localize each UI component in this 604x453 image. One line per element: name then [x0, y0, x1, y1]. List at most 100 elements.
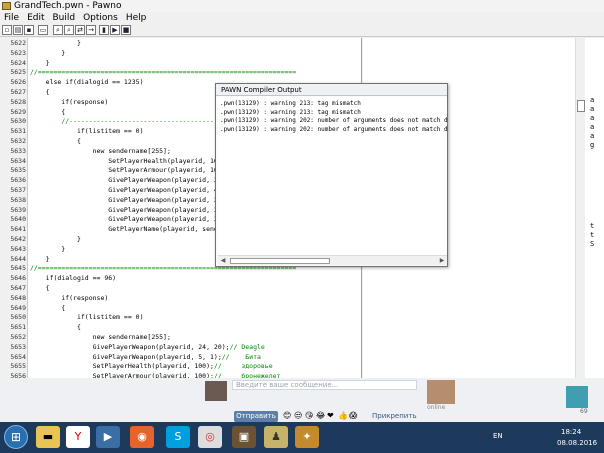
code-line[interactable]: GivePlayerWeapon(playerid, 24 [30, 176, 222, 186]
open-file-icon[interactable]: ▤ [13, 25, 23, 35]
line-number: 5651 [10, 323, 26, 332]
code-line[interactable]: } [30, 39, 81, 49]
code-line[interactable]: { [30, 137, 81, 147]
menu-help[interactable]: Help [122, 12, 151, 24]
emoji-icon[interactable]: ❤ [327, 411, 336, 420]
compiler-horizontal-scrollbar[interactable]: ◀ ▶ [218, 255, 447, 265]
code-line[interactable]: GivePlayerWeapon(playerid, 29 [30, 215, 222, 225]
right-edge-char: t [590, 222, 595, 230]
compiler-message[interactable]: .pwn(13129) : warning 202: number of arg… [220, 126, 447, 135]
code-line[interactable]: if(response) [30, 294, 108, 304]
compile-icon[interactable]: ▮ [99, 25, 109, 35]
code-line[interactable]: GivePlayerWeapon(playerid, 5, 1);// Бита [30, 353, 261, 363]
right-edge-char: S [590, 240, 595, 248]
menu-edit[interactable]: Edit [23, 12, 48, 24]
likes-count: 69 [580, 408, 588, 415]
attach-link[interactable]: Прикрепить [372, 412, 417, 420]
goto-icon[interactable]: → [86, 25, 96, 35]
pawn-icon[interactable]: ♟ [264, 426, 288, 448]
compiler-message[interactable]: .pwn(13129) : warning 202: number of arg… [220, 117, 447, 126]
run-icon[interactable]: ▶ [110, 25, 120, 35]
code-line[interactable]: if(response) [30, 98, 108, 108]
line-number: 5628 [10, 97, 26, 106]
code-line[interactable]: { [30, 108, 65, 118]
line-number: 5647 [10, 284, 26, 292]
new-file-icon[interactable]: ▫ [2, 25, 12, 35]
right-edge-char: g [590, 141, 595, 149]
scrollbar-thumb[interactable] [577, 100, 585, 112]
code-line[interactable]: GivePlayerWeapon(playerid, 25 [30, 196, 222, 206]
code-line[interactable]: { [30, 88, 50, 98]
code-line[interactable]: } [30, 235, 81, 245]
game-icon[interactable]: ▣ [232, 426, 256, 448]
code-line[interactable]: } [30, 255, 50, 265]
code-line[interactable]: GivePlayerWeapon(playerid, 30 [30, 206, 222, 216]
message-input[interactable]: Введите ваше сообщение... [232, 380, 417, 390]
compiler-message[interactable]: .pwn(13129) : warning 213: tag mismatch [220, 100, 361, 109]
code-line[interactable]: SetPlayerHealth(playerid, 100);// здоров… [30, 362, 273, 372]
emoji-icon[interactable]: 😘 [305, 411, 314, 420]
code-line[interactable]: new sendername[255]; [30, 147, 171, 157]
save-icon[interactable]: ▪ [24, 25, 34, 35]
emoji-icon[interactable]: 😊 [283, 411, 292, 420]
line-number: 5626 [10, 78, 26, 87]
compiler-scrollbar-thumb[interactable] [230, 258, 330, 264]
find-next-icon[interactable]: ⌕ [64, 25, 74, 35]
clock-date[interactable]: 08.08.2016 [557, 439, 597, 447]
send-button[interactable]: Отправить [234, 411, 278, 422]
vertical-scrollbar[interactable] [575, 38, 585, 378]
code-line[interactable]: new sendername[255]; [30, 333, 171, 343]
language-indicator[interactable]: EN [493, 432, 503, 440]
right-edge-char: a [590, 132, 595, 140]
line-number: 5624 [10, 58, 26, 67]
code-line[interactable]: GivePlayerWeapon(playerid, 4, [30, 186, 222, 196]
print-icon[interactable]: ▭ [38, 25, 48, 35]
menu-file[interactable]: File [0, 12, 23, 24]
code-line[interactable]: GetPlayerName(playerid, sende [30, 225, 222, 235]
emoji-icon[interactable]: 😱 [349, 411, 358, 420]
replace-icon[interactable]: ⇄ [75, 25, 85, 35]
code-line[interactable]: { [30, 323, 81, 333]
code-line[interactable]: SetPlayerHealth(playerid, 100 [30, 157, 222, 167]
compiler-message[interactable]: .pwn(13129) : warning 213: tag mismatch [220, 109, 361, 118]
firefox-icon[interactable]: ◉ [130, 426, 154, 448]
code-line[interactable]: if(listitem == 0) [30, 313, 144, 323]
scroll-right-icon[interactable]: ▶ [438, 257, 446, 265]
game-2-icon[interactable]: ✦ [295, 426, 319, 448]
scroll-left-icon[interactable]: ◀ [219, 257, 227, 265]
emoji-icon[interactable]: 😒 [294, 411, 303, 420]
menubar: File Edit Build Options Help [0, 12, 604, 24]
media-player-icon[interactable]: ▶ [96, 426, 120, 448]
code-line[interactable]: GivePlayerWeapon(playerid, 24, 20);// De… [30, 343, 265, 353]
code-line[interactable]: } [30, 49, 65, 59]
code-line[interactable]: } [30, 245, 65, 255]
menu-build[interactable]: Build [49, 12, 80, 24]
menu-options[interactable]: Options [79, 12, 122, 24]
code-line[interactable]: if(listitem == 0) [30, 127, 144, 137]
emoji-icon[interactable]: 👍 [338, 411, 348, 420]
yandex-browser-icon[interactable]: Y [66, 426, 90, 448]
code-line[interactable]: SetPlayerArmour(playerid, 100 [30, 166, 222, 176]
pawno-app-icon [2, 2, 11, 10]
right-edge-char: a [590, 123, 595, 131]
start-button[interactable]: ⊞ [4, 425, 28, 449]
clock-time[interactable]: 18:24 [561, 428, 581, 436]
line-number: 5649 [10, 303, 26, 312]
code-line[interactable]: //======================================… [30, 68, 296, 78]
skype-icon[interactable]: S [166, 426, 190, 448]
code-line[interactable]: { [30, 304, 65, 314]
code-line[interactable]: { [30, 284, 50, 294]
contact-photo[interactable] [427, 380, 455, 404]
code-line[interactable]: } [30, 59, 50, 69]
compiler-messages[interactable]: .pwn(13129) : warning 213: tag mismatch … [218, 97, 447, 255]
stop-icon[interactable]: ■ [121, 25, 131, 35]
emoji-icon[interactable]: 😂 [316, 411, 325, 420]
folder-icon[interactable]: ▬ [36, 426, 60, 448]
line-number: 5640 [10, 215, 26, 224]
chrome-icon[interactable]: ◎ [198, 426, 222, 448]
code-line[interactable]: else if(dialogid == 1235) [30, 78, 144, 88]
find-icon[interactable]: ⌕ [53, 25, 63, 35]
media-thumbnail[interactable] [566, 386, 588, 408]
code-line[interactable]: if(dialogid == 96) [30, 274, 116, 284]
line-number: 5646 [10, 274, 26, 283]
